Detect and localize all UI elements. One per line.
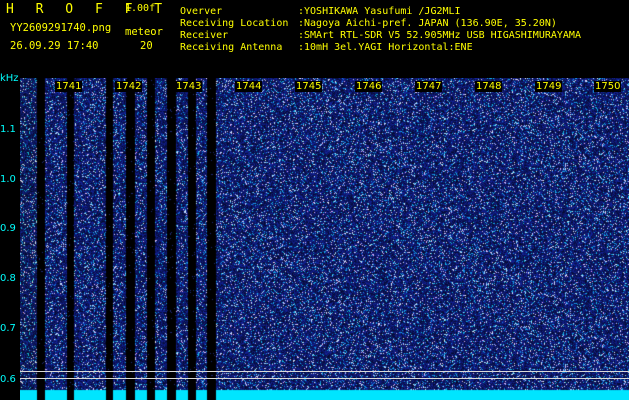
- y-tick-label: 0.9: [0, 223, 16, 234]
- x-tick-label: 1741: [55, 81, 83, 92]
- meteor-count: 20: [140, 40, 153, 52]
- reference-line-upper: [20, 371, 629, 372]
- datetime-label: 26.09.29 17:40: [10, 40, 99, 52]
- info-label: Receiving Location: [180, 18, 289, 29]
- reference-line-lower: [20, 378, 629, 379]
- x-tick-label: 1749: [535, 81, 563, 92]
- spectrogram-canvas: [20, 78, 629, 400]
- info-row-antenna: Receiving Antenna :10mH 3el.YAGI Horizont…: [180, 42, 581, 54]
- y-tick-label: 0.8: [0, 273, 16, 284]
- info-row-observer: Overver :YOSHIKAWA Yasufumi /JG2MLI: [180, 6, 581, 18]
- info-value: :SMArt RTL-SDR V5 52.905MHz USB HIGASHIM…: [298, 30, 581, 41]
- info-label: Receiving Antenna: [180, 42, 283, 53]
- info-value: :10mH 3el.YAGI Horizontal:ENE: [298, 42, 473, 53]
- station-info: Overver :YOSHIKAWA Yasufumi /JG2MLI Recei…: [180, 6, 581, 54]
- y-tick-label: 0.7: [0, 323, 16, 334]
- info-row-receiver: Receiver :SMArt RTL-SDR V5 52.905MHz USB …: [180, 30, 581, 42]
- hroft-display: H R O F F T 1.00f YY2609291740.png meteo…: [0, 0, 629, 400]
- x-tick-label: 1746: [355, 81, 383, 92]
- x-tick-label: 1750: [594, 81, 622, 92]
- info-value: :Nagoya Aichi-pref. JAPAN (136.90E, 35.2…: [298, 18, 557, 29]
- x-tick-label: 1747: [415, 81, 443, 92]
- info-label: Overver: [180, 6, 223, 17]
- y-tick-label: 0.6: [0, 374, 16, 385]
- x-tick-label: 1743: [175, 81, 203, 92]
- info-row-location: Receiving Location :Nagoya Aichi-pref. JA…: [180, 18, 581, 30]
- x-tick-label: 1744: [235, 81, 263, 92]
- y-axis-unit: kHz: [0, 73, 19, 84]
- spectrogram: [20, 78, 629, 400]
- info-label: Receiver: [180, 30, 229, 41]
- x-tick-label: 1742: [115, 81, 143, 92]
- info-value: :YOSHIKAWA Yasufumi /JG2MLI: [298, 6, 461, 17]
- x-tick-label: 1745: [295, 81, 323, 92]
- x-tick-label: 1748: [475, 81, 503, 92]
- y-tick-label: 1.0: [0, 174, 16, 185]
- meteor-label: meteor: [125, 26, 163, 38]
- y-tick-label: 1.1: [0, 124, 16, 135]
- filename-label: YY2609291740.png: [10, 22, 112, 34]
- version-label: 1.00f: [125, 3, 156, 14]
